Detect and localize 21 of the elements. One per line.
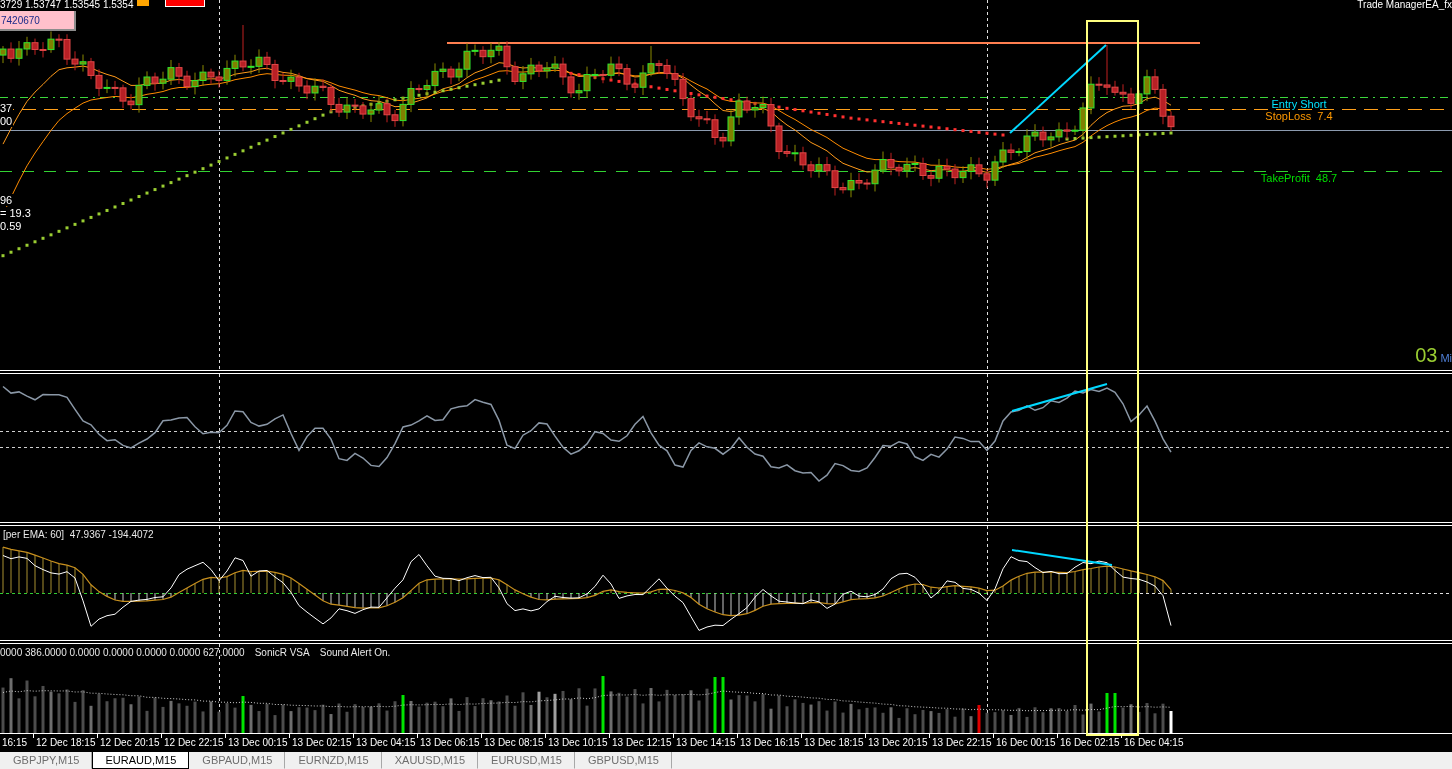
- indicator-label: 0000 386.0000 0.0000 0.0000 0.0000 0.0000 627.0000: [0, 647, 245, 659]
- indicator-readout: = 19.3: [0, 207, 32, 219]
- indicator-label: Sound Alert On.: [319, 647, 391, 659]
- trade-level-label: TakeProfit 48.7: [1260, 172, 1338, 184]
- expert-advisor-title: Trade ManagerEA_fx: [1357, 0, 1452, 10]
- trade-level-label: Entry Short: [1271, 98, 1327, 110]
- tag-icon: [165, 0, 205, 7]
- countdown-unit: Mi: [1440, 352, 1452, 364]
- indicator-label: SonicR VSA: [254, 647, 310, 659]
- chart-tab[interactable]: EURAUD,M15: [92, 752, 190, 769]
- square-marker-icon: [137, 0, 150, 6]
- indicator-readout: 37: [0, 102, 14, 114]
- account-number-label: 7420670: [0, 11, 76, 31]
- indicator-readout: 00: [0, 115, 14, 127]
- time-axis-label: 16:15: [1, 736, 29, 750]
- price-info-text: 3729 1.53747 1.53545 1.5354: [0, 0, 134, 10]
- indicator-readout: 96: [0, 194, 14, 206]
- trade-level-label: StopLoss 7.4: [1265, 110, 1333, 122]
- indicator-label: [per EMA: 60] 47.9367 -194.4072: [3, 529, 154, 541]
- countdown-value: 03: [1415, 344, 1438, 366]
- indicator-readout: 0.59: [0, 220, 23, 232]
